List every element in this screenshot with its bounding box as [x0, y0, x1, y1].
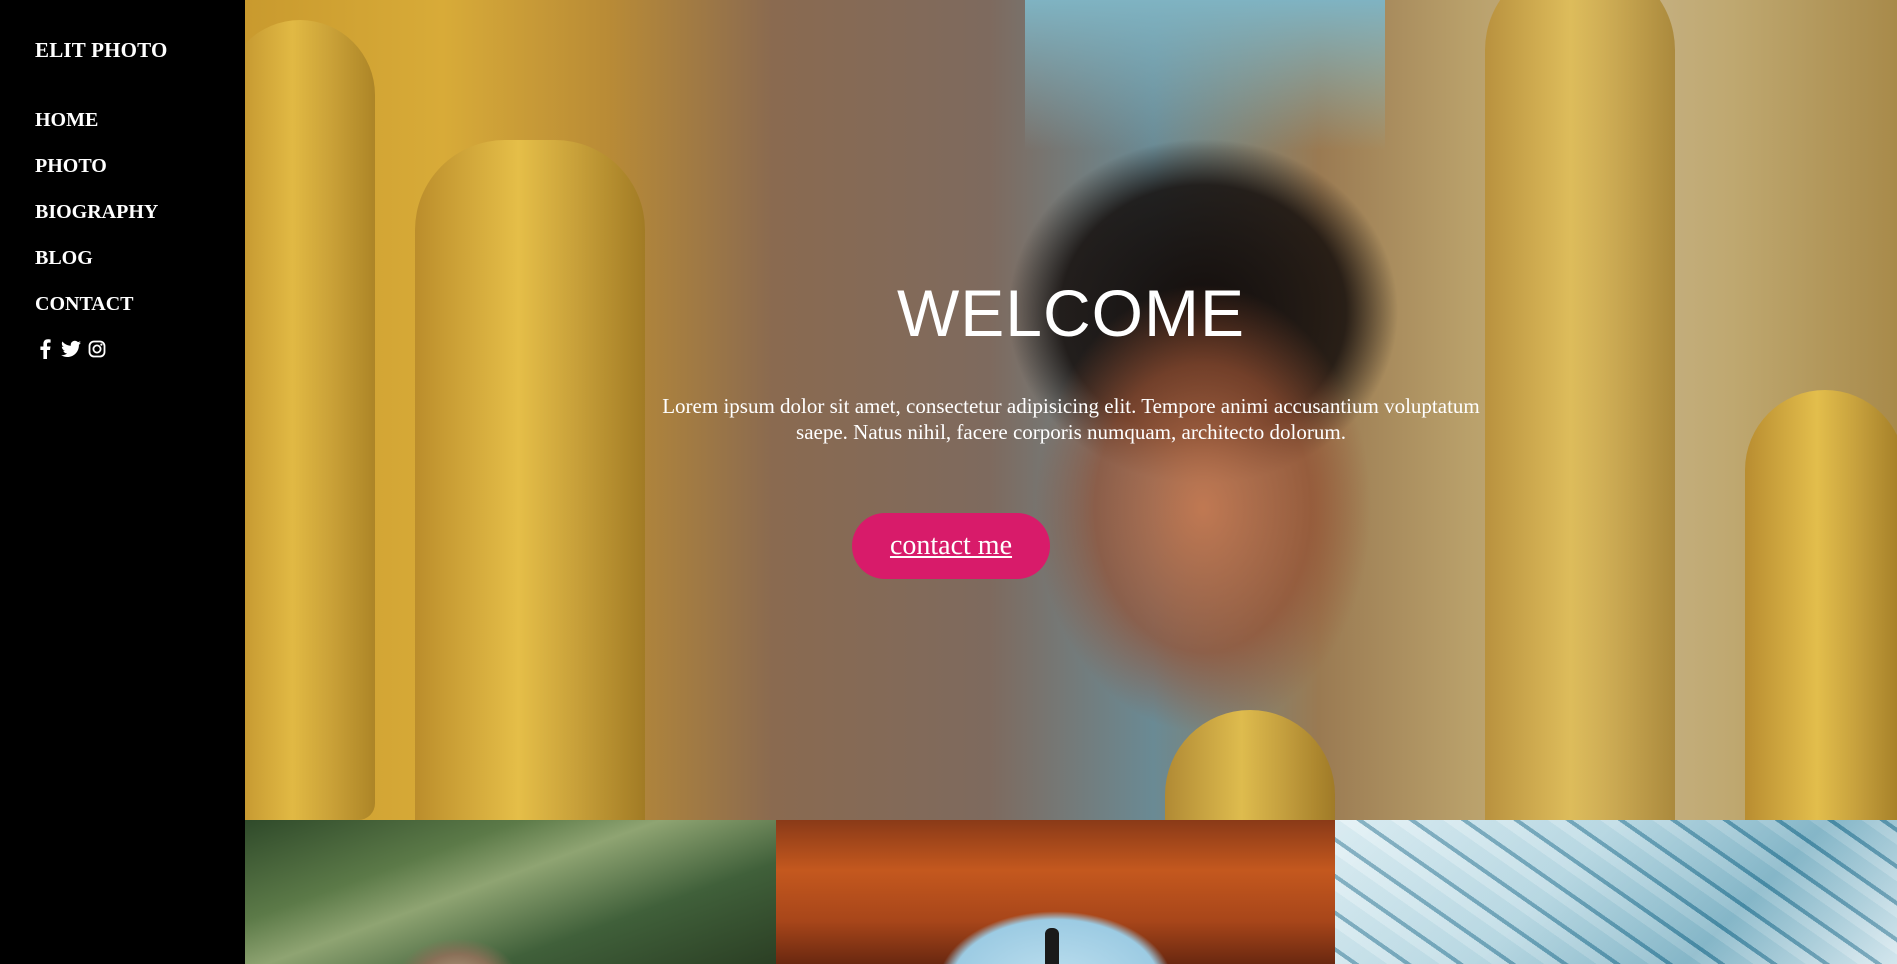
nav-item-biography[interactable]: BIOGRAPHY — [35, 198, 158, 244]
hero-title: WELCOME — [896, 276, 1246, 350]
gallery-thumb-plants[interactable] — [245, 820, 776, 964]
nav-item-home[interactable]: HOME — [35, 106, 158, 152]
nav-item-contact[interactable]: CONTACT — [35, 290, 158, 336]
instagram-icon[interactable] — [87, 338, 107, 360]
hero-sky — [1025, 0, 1385, 150]
cactus-far-right — [1745, 390, 1897, 820]
person-silhouette — [1045, 928, 1059, 964]
brand-logo[interactable]: ELIT PHOTO — [35, 38, 168, 63]
gallery-thumb-arch[interactable] — [776, 820, 1335, 964]
sidebar: ELIT PHOTO HOME PHOTO BIOGRAPHY BLOG CON… — [0, 0, 245, 964]
nav-item-blog[interactable]: BLOG — [35, 244, 158, 290]
nav-item-photo[interactable]: PHOTO — [35, 152, 158, 198]
facebook-icon[interactable] — [35, 338, 55, 360]
hero-description: Lorem ipsum dolor sit amet, consectetur … — [662, 394, 1480, 444]
cactus-far-left — [245, 20, 375, 820]
contact-me-button[interactable]: contact me — [852, 513, 1050, 579]
twitter-icon[interactable] — [61, 338, 81, 360]
gallery-thumb-ice[interactable] — [1335, 820, 1897, 964]
cactus-right — [1485, 0, 1675, 820]
hero-section: WELCOME Lorem ipsum dolor sit amet, cons… — [245, 0, 1897, 820]
main-nav: HOME PHOTO BIOGRAPHY BLOG CONTACT — [35, 106, 158, 336]
social-links — [35, 338, 107, 360]
cactus-left — [415, 140, 645, 820]
cactus-bottom — [1165, 710, 1335, 820]
